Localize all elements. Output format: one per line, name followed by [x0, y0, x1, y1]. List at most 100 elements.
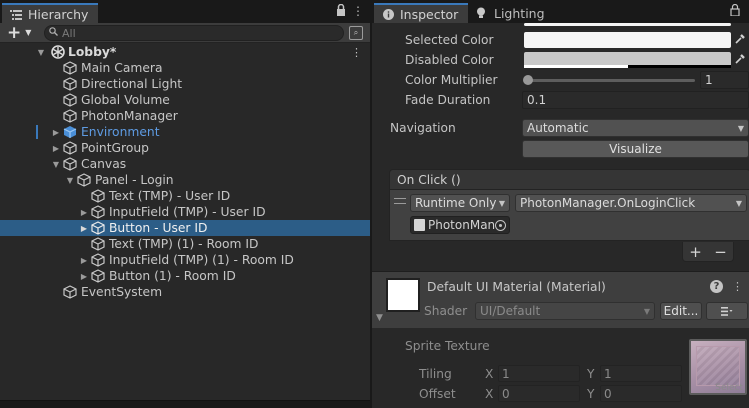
collapse-arrow-icon[interactable]: ▼	[65, 172, 75, 188]
shader-dropdown[interactable]: UI/Default ▼	[475, 302, 655, 320]
tiling-label: Tiling	[419, 367, 452, 381]
pressed-color-swatch[interactable]	[524, 23, 731, 26]
hierarchy-item-button-room-id[interactable]: ▶ Button (1) - Room ID	[0, 268, 370, 284]
hierarchy-item-button-user-id[interactable]: ▶ Button - User ID	[0, 220, 370, 236]
offset-x-label: X	[485, 387, 494, 401]
texture-select-button[interactable]: Select	[715, 383, 743, 393]
selected-color-swatch[interactable]	[524, 32, 731, 48]
expand-arrow-icon[interactable]: ▶	[51, 124, 61, 140]
expand-arrow-icon[interactable]: ▶	[79, 204, 89, 220]
expand-arrow-icon[interactable]: ▶	[79, 220, 89, 236]
hierarchy-item-panel-login[interactable]: ▼ Panel - Login	[0, 172, 370, 188]
runtime-mode-value: Runtime Only	[415, 196, 497, 210]
edit-shader-button[interactable]: Edit...	[660, 302, 702, 320]
hierarchy-item-label: Canvas	[81, 157, 127, 171]
gameobject-cube-icon	[63, 77, 77, 91]
tiling-y-input[interactable]: 1	[600, 365, 682, 382]
expand-arrow-icon[interactable]: ▶	[79, 268, 89, 284]
hierarchy-item-text-room-id[interactable]: Text (TMP) (1) - Room ID	[0, 236, 370, 252]
chevron-down-icon: ▼	[25, 28, 32, 37]
hierarchy-item-label: InputField (TMP) (1) - Room ID	[109, 253, 294, 267]
eyedropper-icon[interactable]	[733, 53, 747, 67]
scene-menu-dots-icon[interactable]: ⋮	[351, 46, 362, 59]
target-object-value: PhotonMan	[428, 218, 496, 232]
gameobject-cube-icon	[91, 221, 105, 235]
expand-arrow-icon[interactable]: ▶	[51, 140, 61, 156]
tiling-y-label: Y	[587, 367, 595, 381]
hierarchy-item-label: Global Volume	[81, 93, 170, 107]
hierarchy-item-canvas[interactable]: ▼ Canvas	[0, 156, 370, 172]
hierarchy-item-main-camera[interactable]: Main Camera	[0, 60, 370, 76]
hierarchy-item-environment[interactable]: ▶ Environment	[0, 124, 370, 140]
chevron-down-icon: ▼	[643, 306, 650, 316]
lock-icon[interactable]	[728, 3, 742, 18]
create-button[interactable]: + ▼	[4, 23, 34, 43]
offset-y-input[interactable]: 0	[600, 385, 682, 402]
runtime-mode-dropdown[interactable]: Runtime Only ▼	[410, 194, 510, 212]
target-object-field[interactable]: PhotonMan	[410, 216, 510, 234]
gameobject-cube-icon	[91, 237, 105, 251]
hierarchy-item-photonmanager[interactable]: PhotonManager	[0, 108, 370, 124]
expand-arrow-icon[interactable]: ▶	[79, 252, 89, 268]
menu-dots-icon[interactable]: ⋮	[351, 4, 365, 18]
navigation-dropdown-value: Automatic	[527, 121, 589, 135]
sprite-texture-slot[interactable]: Select	[689, 339, 747, 395]
remove-listener-button[interactable]: −	[714, 243, 727, 261]
collapse-arrow-icon[interactable]: ▼	[51, 156, 61, 172]
expand-arrow-icon[interactable]: ▼	[36, 44, 46, 60]
offset-label: Offset	[419, 387, 456, 401]
alpha-bar	[524, 65, 628, 68]
color-multiplier-row: Color Multiplier 1	[372, 71, 749, 89]
list-options-icon	[721, 306, 733, 316]
navigation-label: Navigation	[390, 121, 456, 135]
chevron-down-icon: ▼	[737, 123, 744, 133]
function-dropdown[interactable]: PhotonManager.OnLoginClick ▼	[515, 194, 747, 212]
gameobject-cube-icon	[63, 141, 77, 155]
hierarchy-item-pointgroup[interactable]: ▶ PointGroup	[0, 140, 370, 156]
tab-lighting[interactable]: Lighting	[468, 3, 558, 23]
hierarchy-item-label: Panel - Login	[95, 173, 174, 187]
inspector-panel: Inspector Lighting Selected Color Disabl…	[372, 0, 749, 408]
color-multiplier-slider-track[interactable]	[525, 79, 695, 82]
function-value: PhotonManager.OnLoginClick	[520, 196, 696, 210]
foldout-arrow-icon[interactable]: ▼	[376, 313, 383, 323]
menu-dots-icon[interactable]: ⋮	[732, 280, 743, 293]
eyedropper-icon[interactable]	[733, 33, 747, 47]
lock-icon[interactable]	[334, 3, 348, 18]
visualize-button[interactable]: Visualize	[522, 140, 749, 158]
disabled-color-swatch[interactable]	[524, 52, 731, 68]
offset-x-input[interactable]: 0	[498, 385, 580, 402]
hierarchy-tabbar: Hierarchy ⋮	[0, 0, 370, 23]
prefab-cube-icon	[63, 125, 77, 139]
hierarchy-item-label: PhotonManager	[81, 109, 178, 123]
help-icon[interactable]: ?	[710, 280, 723, 293]
add-listener-button[interactable]: +	[689, 243, 702, 261]
search-input[interactable]: All	[44, 25, 344, 41]
selected-color-label: Selected Color	[405, 33, 494, 47]
shader-options-button[interactable]	[706, 302, 748, 320]
drag-handle-icon[interactable]	[394, 198, 406, 204]
tab-lighting-label: Lighting	[494, 5, 545, 21]
fade-duration-row: Fade Duration 0.1	[372, 91, 749, 109]
hierarchy-item-global-volume[interactable]: Global Volume	[0, 92, 370, 108]
tab-hierarchy[interactable]: Hierarchy	[2, 3, 98, 23]
hierarchy-item-inputfield-user-id[interactable]: ▶ InputField (TMP) - User ID	[0, 204, 370, 220]
tiling-x-input[interactable]: 1	[498, 365, 580, 382]
hierarchy-item-inputfield-room-id[interactable]: ▶ InputField (TMP) (1) - Room ID	[0, 252, 370, 268]
color-multiplier-slider-knob[interactable]	[523, 75, 533, 85]
fade-duration-input[interactable]: 0.1	[522, 91, 749, 109]
hierarchy-item-eventsystem[interactable]: EventSystem	[0, 284, 370, 300]
tiling-x-label: X	[485, 367, 494, 381]
tab-inspector[interactable]: Inspector	[374, 3, 468, 23]
object-picker-icon[interactable]	[495, 219, 506, 231]
hierarchy-item-directional-light[interactable]: Directional Light	[0, 76, 370, 92]
material-header: Default UI Material (Material) ? ⋮ ▼ Sha…	[372, 272, 749, 328]
search-options-icon[interactable]: ⌕	[349, 26, 363, 40]
scene-row[interactable]: ▼ Lobby* ⋮	[0, 44, 370, 60]
color-multiplier-input[interactable]: 1	[700, 71, 749, 89]
unity-scene-icon	[51, 45, 65, 59]
navigation-dropdown[interactable]: Automatic ▼	[522, 119, 749, 137]
script-file-icon	[414, 219, 425, 231]
hierarchy-item-text-user-id[interactable]: Text (TMP) - User ID	[0, 188, 370, 204]
hierarchy-item-label: Text (TMP) (1) - Room ID	[109, 237, 259, 251]
